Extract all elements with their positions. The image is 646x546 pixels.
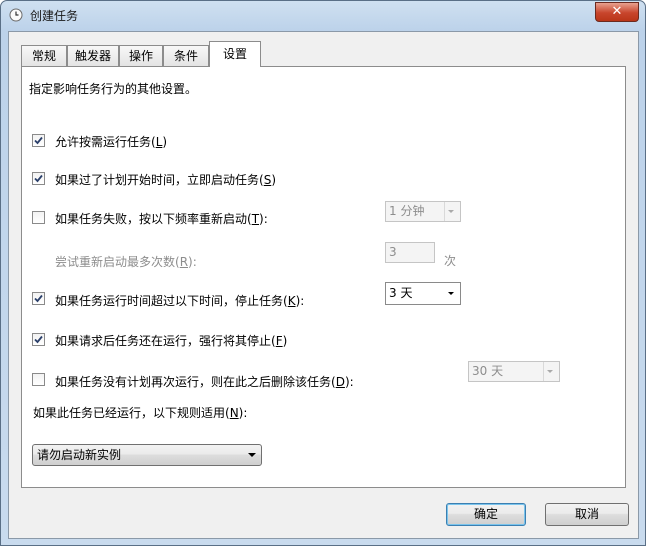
chevron-down-icon bbox=[448, 292, 454, 295]
restart-on-fail-label[interactable]: 如果任务失败，按以下频率重新启动(T): bbox=[55, 210, 268, 227]
allow-on-demand-checkbox[interactable] bbox=[32, 134, 45, 147]
checkmark-icon bbox=[34, 136, 43, 145]
stop-duration-value: 3 天 bbox=[389, 286, 413, 300]
stop-if-longer-label[interactable]: 如果任务运行时间超过以下时间，停止任务(K): bbox=[55, 292, 304, 309]
chevron-down-icon bbox=[248, 453, 256, 457]
delete-if-not-scheduled-checkbox[interactable] bbox=[32, 373, 45, 386]
delete-if-not-scheduled-label[interactable]: 如果任务没有计划再次运行，则在此之后删除该任务(D): bbox=[55, 373, 354, 390]
restart-attempts-input[interactable]: 3 bbox=[385, 242, 435, 263]
chevron-down-icon bbox=[444, 202, 454, 221]
tab-actions[interactable]: 操作 bbox=[119, 45, 163, 66]
window-title: 创建任务 bbox=[30, 9, 79, 23]
checkmark-icon bbox=[34, 294, 43, 303]
force-stop-checkbox[interactable] bbox=[32, 333, 45, 346]
close-icon: ✕ bbox=[611, 4, 623, 19]
stop-if-longer-checkbox[interactable] bbox=[32, 292, 45, 305]
cancel-button[interactable]: 取消 bbox=[545, 503, 629, 526]
allow-on-demand-label[interactable]: 允许按需运行任务(L) bbox=[55, 133, 167, 150]
stop-duration-select[interactable]: 3 天 bbox=[385, 282, 461, 305]
chevron-down-icon bbox=[543, 362, 553, 381]
settings-intro: 指定影响任务行为的其他设置。 bbox=[29, 82, 198, 96]
restart-interval-select[interactable]: 1 分钟 bbox=[385, 201, 461, 222]
if-running-rule-select[interactable]: 请勿启动新实例 bbox=[32, 444, 262, 466]
if-running-rule-label: 如果此任务已经运行，以下规则适用(N): bbox=[33, 406, 248, 420]
tab-triggers[interactable]: 触发器 bbox=[67, 45, 119, 66]
checkmark-icon bbox=[34, 335, 43, 344]
restart-attempts-unit: 次 bbox=[444, 254, 457, 268]
run-after-missed-label[interactable]: 如果过了计划开始时间，立即启动任务(S) bbox=[55, 171, 276, 188]
settings-panel: 指定影响任务行为的其他设置。 允许按需运行任务(L) 如果过了计划开始时间，立即… bbox=[21, 66, 626, 488]
tab-conditions[interactable]: 条件 bbox=[163, 45, 209, 66]
delete-after-value: 30 天 bbox=[472, 364, 504, 378]
run-after-missed-checkbox[interactable] bbox=[32, 172, 45, 185]
ok-button[interactable]: 确定 bbox=[446, 503, 526, 526]
checkmark-icon bbox=[34, 174, 43, 183]
dialog-client-area: 常规 触发器 操作 条件 设置 指定影响任务行为的其他设置。 允许按需运行任务(… bbox=[8, 31, 639, 539]
close-button[interactable]: ✕ bbox=[595, 2, 639, 22]
title-bar[interactable]: 创建任务 ✕ bbox=[1, 1, 645, 31]
if-running-rule-value: 请勿启动新实例 bbox=[37, 448, 122, 462]
tab-settings[interactable]: 设置 bbox=[209, 41, 261, 67]
tab-general[interactable]: 常规 bbox=[21, 45, 67, 66]
dialog-window: 创建任务 ✕ 常规 触发器 操作 条件 设置 指定影响任务行为的其他设置。 允许… bbox=[0, 0, 646, 546]
delete-after-select[interactable]: 30 天 bbox=[468, 361, 560, 382]
clock-icon bbox=[9, 8, 23, 22]
force-stop-label[interactable]: 如果请求后任务还在运行，强行将其停止(F) bbox=[55, 332, 287, 349]
restart-attempts-label: 尝试重新启动最多次数(R): bbox=[55, 255, 197, 269]
restart-interval-value: 1 分钟 bbox=[389, 204, 425, 218]
restart-on-fail-checkbox[interactable] bbox=[32, 211, 45, 224]
